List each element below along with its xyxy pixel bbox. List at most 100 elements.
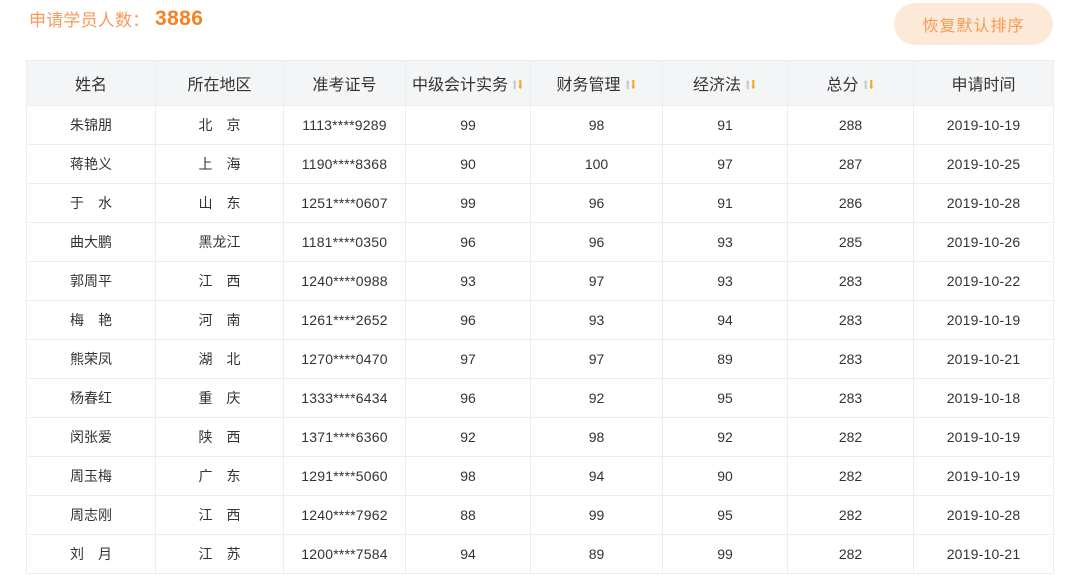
column-header-label: 财务管理 [556, 77, 621, 94]
applicant-name-text: 朱锦朋 [70, 117, 112, 133]
score-accounting-practice: 94 [405, 534, 531, 574]
score-total: 285 [787, 222, 914, 262]
score-accounting-practice: 96 [405, 300, 531, 340]
table-row[interactable]: 刘月 江苏 1200****7584 94 89 99 282 2019-10-21 [26, 534, 1054, 574]
column-header-3[interactable]: 中级会计实务 [405, 60, 531, 106]
score-financial-management: 97 [530, 261, 663, 301]
table-row[interactable]: 杨春红 重庆 1333****6434 96 92 95 283 2019-10-18 [26, 378, 1054, 418]
score-financial-management: 96 [530, 222, 663, 262]
applicant-name-text: 曲大鹏 [70, 234, 112, 250]
column-header-inner: 财务管理 [556, 71, 636, 95]
score-total: 282 [787, 534, 914, 574]
exam-ticket-number: 1270****0470 [283, 339, 406, 379]
score-economic-law: 91 [662, 105, 788, 145]
ranking-table: 姓名 所在地区 准考证号 中级会计实务 财务管理 经济法 总分 申请时间 朱锦朋 北京 1113*… [26, 60, 1054, 574]
reset-default-sort-button[interactable]: 恢复默认排序 [894, 3, 1053, 45]
table-row[interactable]: 闵张爱陕西 1371****6360 92 98 92 282 2019-10-19 [26, 417, 1054, 457]
applicant-name: 蒋艳义 [26, 144, 156, 184]
applicant-ranking-page: 申请学员人数： 3886 恢复默认排序 姓名 所在地区 准考证号 中级会计实务 财务管理… [0, 0, 1079, 580]
table-row[interactable]: 熊荣凤湖北 1270****0470 97 97 89 283 2019-10-21 [26, 339, 1054, 379]
column-header-5[interactable]: 经济法 [662, 60, 788, 106]
applicant-name: 朱锦朋 [26, 105, 156, 145]
sort-updown-icon[interactable] [624, 77, 637, 92]
application-date: 2019-10-22 [913, 261, 1054, 301]
applicant-name: 熊荣凤 [26, 339, 156, 379]
table-row[interactable]: 梅艳 河南 1261****2652 96 93 94 283 2019-10-19 [26, 300, 1054, 340]
score-accounting-practice: 99 [405, 183, 531, 223]
column-header-label: 所在地区 [187, 77, 252, 94]
applicant-name-text: 郭周平 [70, 273, 112, 289]
applicant-region-text: 广东 [198, 468, 241, 484]
column-header-1: 所在地区 [155, 60, 284, 106]
applicant-count-label: 申请学员人数： [29, 11, 150, 30]
score-financial-management: 92 [530, 378, 663, 418]
column-header-7: 申请时间 [913, 60, 1054, 106]
score-total: 283 [787, 300, 914, 340]
score-economic-law: 91 [662, 183, 788, 223]
applicant-region: 山东 [155, 183, 284, 223]
table-row[interactable]: 周玉梅 广东 1291****5060 98 94 90 282 2019-10-19 [26, 456, 1054, 496]
score-financial-management: 98 [530, 417, 663, 457]
score-financial-management: 99 [530, 495, 663, 535]
column-header-label: 经济法 [692, 77, 741, 94]
applicant-region: 河南 [155, 300, 284, 340]
applicant-region-text: 江西 [198, 273, 241, 289]
exam-ticket-number: 1240****0988 [283, 261, 406, 301]
sort-updown-icon[interactable] [511, 77, 524, 92]
score-total: 282 [787, 495, 914, 535]
exam-ticket-number: 1291****5060 [283, 456, 406, 496]
applicant-region: 湖北 [155, 339, 284, 379]
column-header-6[interactable]: 总分 [787, 60, 914, 106]
applicant-name: 周志刚 [26, 495, 156, 535]
ranking-table-wrapper: 姓名 所在地区 准考证号 中级会计实务 财务管理 经济法 总分 申请时间 朱锦朋 北京 1113*… [26, 60, 1054, 574]
applicant-name-text: 蒋艳义 [70, 156, 112, 172]
table-row[interactable]: 于水 山东 1251****0607 99 96 91 286 2019-10-28 [26, 183, 1054, 223]
application-date: 2019-10-21 [913, 534, 1054, 574]
sort-updown-icon[interactable] [744, 77, 757, 92]
applicant-region-text: 上海 [198, 156, 241, 172]
table-row[interactable]: 蒋艳义 上海 1190****8368 90 100 97 287 2019-10-25 [26, 144, 1054, 184]
applicant-region-text: 重庆 [198, 390, 241, 406]
applicant-region-text: 江西 [198, 507, 241, 523]
score-accounting-practice: 93 [405, 261, 531, 301]
score-accounting-practice: 96 [405, 378, 531, 418]
applicant-region: 重庆 [155, 378, 284, 418]
score-financial-management: 100 [530, 144, 663, 184]
application-date: 2019-10-18 [913, 378, 1054, 418]
exam-ticket-number: 1113****9289 [283, 105, 406, 145]
applicant-region: 广东 [155, 456, 284, 496]
column-header-label: 申请时间 [951, 77, 1016, 94]
score-financial-management: 98 [530, 105, 663, 145]
score-accounting-practice: 96 [405, 222, 531, 262]
table-row[interactable]: 曲大鹏 黑龙江 1181****0350 96 96 93 285 2019-10-26 [26, 222, 1054, 262]
exam-ticket-number: 1190****8368 [283, 144, 406, 184]
application-date: 2019-10-19 [913, 417, 1054, 457]
table-row[interactable]: 郭周平江西 1240****0988 93 97 93 283 2019-10-22 [26, 261, 1054, 301]
applicant-region: 江西 [155, 495, 284, 535]
exam-ticket-number: 1371****6360 [283, 417, 406, 457]
column-header-label: 总分 [826, 77, 859, 94]
score-financial-management: 97 [530, 339, 663, 379]
column-header-4[interactable]: 财务管理 [530, 60, 663, 106]
exam-ticket-number: 1333****6434 [283, 378, 406, 418]
score-economic-law: 90 [662, 456, 788, 496]
column-header-inner: 中级会计实务 [412, 71, 524, 95]
score-total: 287 [787, 144, 914, 184]
score-accounting-practice: 90 [405, 144, 531, 184]
applicant-name-text: 周玉梅 [70, 468, 112, 484]
application-date: 2019-10-28 [913, 495, 1054, 535]
application-date: 2019-10-19 [913, 300, 1054, 340]
exam-ticket-number: 1200****7584 [283, 534, 406, 574]
table-row[interactable]: 朱锦朋 北京 1113****9289 99 98 91 288 2019-10-19 [26, 105, 1054, 145]
applicant-name-text: 刘月 [70, 546, 112, 562]
column-header-label: 中级会计实务 [411, 77, 508, 94]
table-row[interactable]: 周志刚 江西 1240****7962 88 99 95 282 2019-10-28 [26, 495, 1054, 535]
score-economic-law: 97 [662, 144, 788, 184]
applicant-region: 江西 [155, 261, 284, 301]
applicant-region-text: 山东 [198, 195, 241, 211]
score-financial-management: 94 [530, 456, 663, 496]
score-economic-law: 95 [662, 495, 788, 535]
score-accounting-practice: 88 [405, 495, 531, 535]
sort-updown-icon[interactable] [862, 77, 875, 92]
column-header-inner: 经济法 [693, 71, 757, 95]
